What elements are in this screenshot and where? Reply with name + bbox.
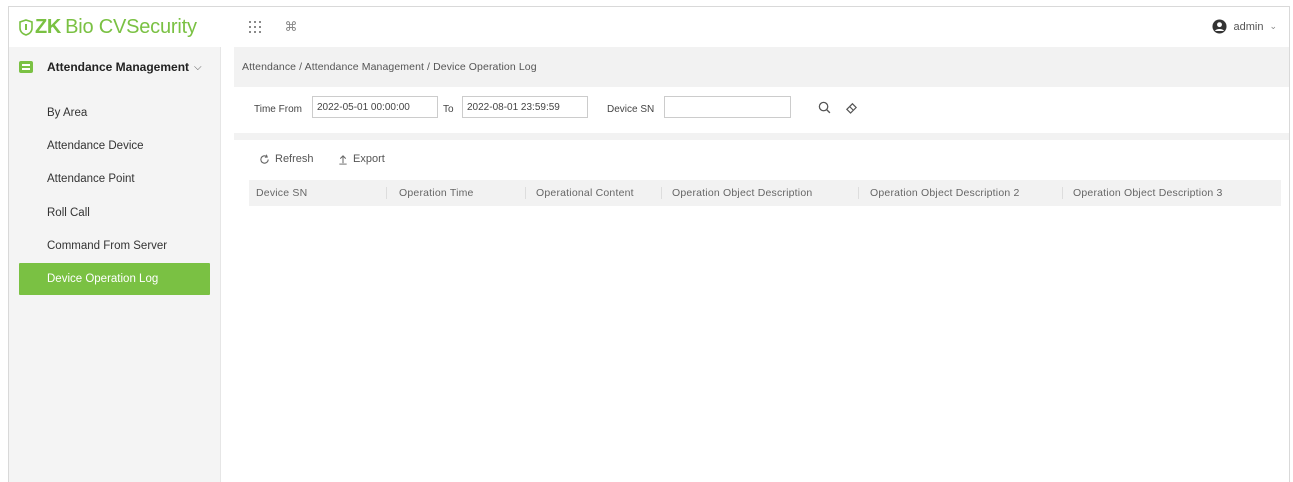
refresh-button[interactable]: Refresh [259, 153, 314, 165]
shield-logo-icon [19, 18, 33, 36]
user-avatar-icon [1212, 19, 1228, 34]
sidebar-item-device-operation-log[interactable]: Device Operation Log [19, 263, 210, 295]
to-label: To [443, 104, 454, 115]
column-header-operation-object-description-3[interactable]: Operation Object Description 3 [1073, 180, 1223, 206]
sidebar-module-header[interactable]: Attendance Management ⌵ [9, 47, 220, 87]
attendance-module-icon [19, 61, 33, 73]
column-divider [661, 187, 662, 199]
sidebar-module-label: Attendance Management [47, 60, 190, 74]
logo-prefix: ZK [35, 15, 62, 38]
sidebar-item-command-from-server[interactable]: Command From Server [19, 230, 210, 262]
app-logo[interactable]: ZK Bio CVSecurity [19, 15, 197, 39]
sidebar-item-label: Command From Server [47, 240, 168, 252]
breadcrumb: Attendance / Attendance Management / Dev… [242, 61, 537, 73]
eraser-icon[interactable] [843, 99, 859, 115]
search-icon[interactable] [816, 99, 832, 115]
column-divider [1062, 187, 1063, 199]
sidebar-item-attendance-point[interactable]: Attendance Point [19, 163, 210, 195]
sidebar-item-attendance-device[interactable]: Attendance Device [19, 130, 210, 162]
column-header-operational-content[interactable]: Operational Content [536, 180, 634, 206]
app-window: ZK Bio CVSecurity ⌘ admin ⌄ Attendance M… [8, 6, 1290, 482]
logo-text: Bio CVSecurity [65, 15, 197, 38]
column-divider [525, 187, 526, 199]
sidebar-item-by-area[interactable]: By Area [19, 97, 210, 129]
command-icon[interactable]: ⌘ [283, 19, 299, 35]
device-sn-input[interactable] [664, 96, 791, 118]
user-name: admin [1233, 20, 1264, 33]
filter-panel: Time From To Device SN [234, 87, 1289, 133]
export-button[interactable]: Export [338, 153, 385, 165]
column-header-operation-object-description[interactable]: Operation Object Description [672, 180, 812, 206]
sidebar: Attendance Management ⌵ By Area Attendan… [9, 47, 221, 482]
column-header-operation-object-description-2[interactable]: Operation Object Description 2 [870, 180, 1020, 206]
time-from-input[interactable] [312, 96, 438, 118]
sidebar-item-roll-call[interactable]: Roll Call [19, 197, 210, 229]
export-label: Export [353, 153, 385, 165]
chevron-down-icon: ⌵ [194, 61, 202, 73]
grid-icon[interactable] [247, 19, 263, 35]
column-divider [386, 187, 387, 199]
refresh-label: Refresh [275, 153, 314, 165]
time-from-label: Time From [254, 104, 302, 115]
user-menu[interactable]: admin ⌄ [1212, 19, 1277, 34]
chevron-down-icon: ⌄ [1269, 21, 1277, 31]
device-sn-label: Device SN [607, 104, 655, 115]
sidebar-item-label: Attendance Device [47, 140, 144, 152]
export-icon [339, 154, 347, 165]
sidebar-item-label: Roll Call [47, 207, 90, 219]
time-to-input[interactable] [462, 96, 588, 118]
sidebar-item-label: By Area [47, 107, 88, 119]
column-header-device-sn[interactable]: Device SN [256, 180, 307, 206]
grid-panel: Refresh Export Device SN Operation Time … [234, 140, 1289, 482]
sidebar-item-label: Attendance Point [47, 173, 135, 185]
top-bar: ZK Bio CVSecurity ⌘ admin ⌄ [9, 7, 1289, 47]
sidebar-item-label: Device Operation Log [47, 273, 159, 285]
main-content: Attendance / Attendance Management / Dev… [234, 47, 1289, 482]
refresh-icon [260, 154, 269, 164]
table-header: Device SN Operation Time Operational Con… [249, 180, 1281, 206]
column-divider [858, 187, 859, 199]
column-header-operation-time[interactable]: Operation Time [399, 180, 474, 206]
